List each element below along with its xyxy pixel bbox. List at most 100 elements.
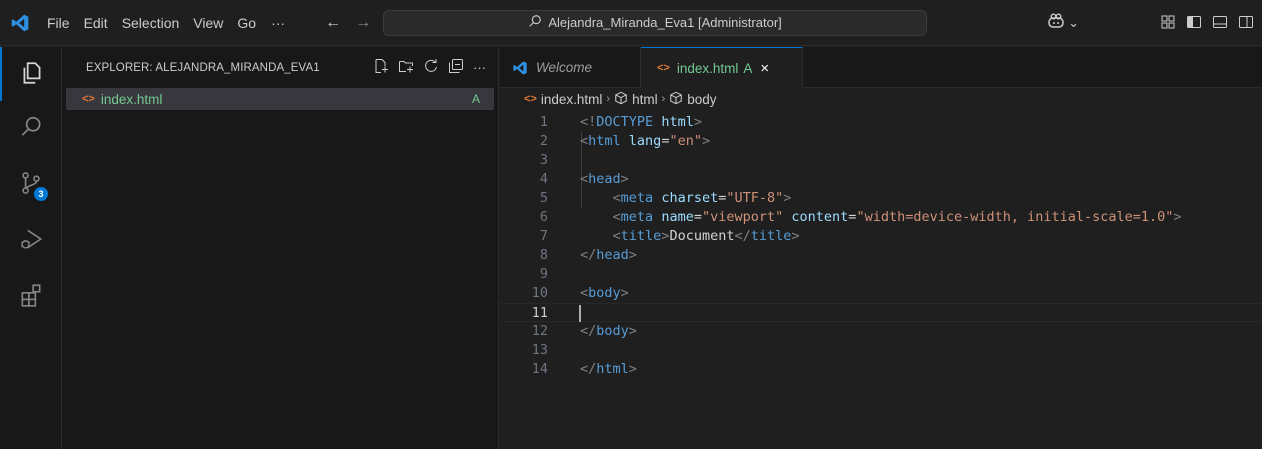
html-file-icon: <> [82,93,95,105]
code-token: content [791,209,849,225]
code-line[interactable]: 11 [500,303,1262,322]
code-token: DOCTYPE [596,114,654,130]
code-token: name [661,209,694,225]
source-control-activity-button[interactable]: 3 [0,157,62,211]
code-token: <! [580,114,597,130]
line-number: 12 [531,323,548,339]
breadcrumb: <> index.html › html › body [500,88,1262,110]
new-folder-icon[interactable] [398,58,414,77]
chevron-right-icon: › [606,93,611,105]
code-line[interactable]: 2 <html lang="en"> [500,132,1262,151]
menu-edit[interactable]: Edit [77,0,115,46]
code-token: </ [580,361,597,377]
code-token: > [620,285,629,301]
search-activity-button[interactable] [0,101,62,155]
line-number: 4 [539,171,548,187]
toggle-sidebar-icon[interactable] [1186,14,1202,33]
code-token: meta [620,190,654,206]
code-token: Document [669,228,735,244]
new-file-icon[interactable] [373,58,389,77]
code-text: <head> [580,170,629,189]
code-token: meta [620,209,654,225]
code-token: < [580,285,589,301]
tab-git-status: A [743,60,753,76]
code-line[interactable]: 7 <title>Document</title> [500,227,1262,246]
refresh-icon[interactable] [423,58,439,77]
code-line[interactable]: 3 [500,151,1262,170]
code-token: lang [628,133,662,149]
code-line[interactable]: 14 </html> [500,360,1262,379]
menu-more-button[interactable]: ··· [263,15,293,31]
code-text: <meta name="viewport" content="width=dev… [580,208,1182,227]
code-token: < [612,209,621,225]
line-number: 10 [531,285,548,301]
explorer-activity-button[interactable] [0,47,62,101]
close-icon[interactable]: × [760,60,769,77]
extensions-activity-button[interactable] [0,269,62,323]
code-line[interactable]: 12 </body> [500,322,1262,341]
tab-welcome[interactable]: Welcome [500,47,641,88]
code-text: <html lang="en"> [580,132,710,151]
code-line[interactable]: 13 [500,341,1262,360]
code-token: charset [661,190,719,206]
code-line[interactable]: 9 [500,265,1262,284]
code-line[interactable]: 8 </head> [500,246,1262,265]
copilot-button[interactable]: ⌄ [1047,13,1079,32]
code-line[interactable]: 10 <body> [500,284,1262,303]
tab-index-html[interactable]: <> index.html A × [641,47,803,88]
more-actions-button[interactable]: ··· [473,60,486,75]
code-token: html [588,133,621,149]
breadcrumb-body[interactable]: body [687,92,716,107]
code-editor[interactable]: 1 <!DOCTYPE html> 2 <html lang="en"> 3 4 <head… [500,113,1262,379]
explorer-sidebar: EXPLORER: ALEJANDRA_MIRANDA_EVA1 ··· <> … [62,47,499,449]
toggle-panel-icon[interactable] [1212,14,1228,33]
run-debug-activity-button[interactable] [0,213,62,267]
menu-view[interactable]: View [186,0,230,46]
customize-layout-icon[interactable] [1160,14,1176,33]
vscode-logo-icon [0,0,40,46]
file-item-index-html[interactable]: <> index.html A [66,88,494,110]
toggle-secondary-sidebar-icon[interactable] [1238,14,1254,33]
line-number: 6 [539,209,548,225]
code-token: </ [580,323,597,339]
code-token: < [612,228,621,244]
line-number: 2 [539,133,548,149]
tab-label: index.html [676,60,739,76]
copilot-icon [1047,13,1065,32]
collapse-all-icon[interactable] [448,58,464,77]
menu-selection[interactable]: Selection [115,0,187,46]
navigation-arrows: ← → [325,14,371,32]
code-token: </ [734,228,751,244]
search-icon [18,114,44,143]
code-token: html [661,114,694,130]
breadcrumb-html[interactable]: html [632,92,658,107]
code-token: body [588,285,621,301]
code-token: head [588,171,621,187]
code-text: </html> [580,360,637,379]
search-icon [528,14,542,31]
line-number: 14 [531,361,548,377]
code-line[interactable]: 1 <!DOCTYPE html> [500,113,1262,132]
code-token: < [580,171,589,187]
menu-go[interactable]: Go [230,0,263,46]
code-token: > [1173,209,1182,225]
line-number: 1 [539,114,548,130]
code-text: <body> [580,284,629,303]
symbol-element-icon [669,91,683,108]
breadcrumb-file[interactable]: index.html [541,92,603,107]
back-arrow-icon[interactable]: ← [325,14,341,32]
code-line[interactable]: 5 <meta charset="UTF-8"> [500,189,1262,208]
forward-arrow-icon[interactable]: → [355,14,371,32]
code-token: title [620,228,662,244]
editor-area: Welcome <> index.html A × <> index.html … [500,47,1262,449]
menu-file[interactable]: File [40,0,77,46]
code-line[interactable]: 4 <head> [500,170,1262,189]
code-line[interactable]: 6 <meta name="viewport" content="width=d… [500,208,1262,227]
code-token: > [628,247,637,263]
line-number: 7 [539,228,548,244]
code-token: body [596,323,629,339]
line-number: 8 [539,247,548,263]
command-center-search[interactable]: Alejandra_Miranda_Eva1 [Administrator] [383,9,928,36]
